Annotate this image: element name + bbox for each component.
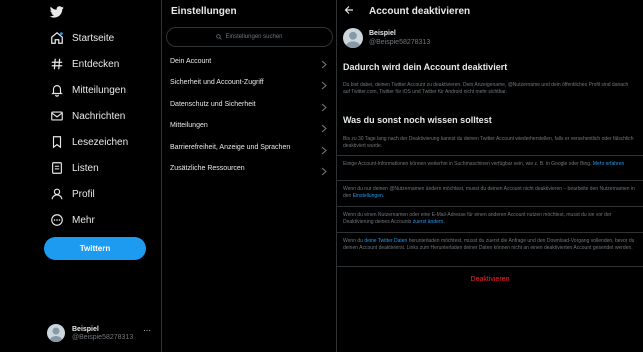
nav-item-explore[interactable]: Entdecken	[44, 52, 119, 76]
nav-item-home[interactable]: Startseite	[44, 26, 114, 50]
settings-item-label: Dein Account	[170, 57, 212, 65]
avatar	[47, 324, 65, 342]
panel-title: Account deaktivieren	[369, 6, 471, 17]
nav-item-more[interactable]: Mehr	[44, 208, 95, 232]
avatar	[343, 28, 363, 48]
twitter-bird-icon[interactable]	[49, 5, 64, 19]
home-icon	[49, 30, 65, 46]
nav-item-label: Startseite	[72, 32, 115, 44]
nav-item-label: Listen	[72, 162, 99, 174]
settings-item-label: Zusätzliche Ressourcen	[170, 164, 245, 172]
nav-item-label: Mehr	[72, 214, 95, 226]
username-info: Wenn du nur deinen @Nutzernamen ändern m…	[343, 186, 635, 199]
settings-item-security[interactable]: Sicherheit und Account-Zugriff	[162, 72, 336, 92]
bell-icon	[49, 82, 65, 98]
deactivate-button[interactable]: Deaktivieren	[337, 276, 643, 283]
settings-search-input[interactable]: Einstellungen suchen	[166, 27, 333, 47]
restore-info: Bis zu 30 Tage lang nach der Deaktivieru…	[343, 136, 634, 149]
settings-item-accessibility[interactable]: Barrierefreiheit, Anzeige und Sprachen	[162, 137, 336, 157]
nav-item-profile[interactable]: Profil	[44, 182, 95, 206]
account-switcher[interactable]: Beispiel @Beispie58278313 ···	[47, 320, 157, 346]
settings-column: Einstellungen Einstellungen suchen Dein …	[162, 0, 336, 352]
data-download-info: Wenn du deine Twitter Daten herunterlade…	[343, 238, 635, 251]
nav-item-lists[interactable]: Listen	[44, 156, 99, 180]
search-icon	[216, 34, 223, 40]
search-engine-info: Einige Account-Informationen können weit…	[343, 161, 625, 167]
profile-summary: Beispiel @Beispie58278313	[343, 28, 430, 48]
account-name: Beispiel	[72, 325, 99, 333]
deactivate-panel: Account deaktivieren Beispiel @Beispie58…	[337, 0, 643, 352]
main-navigation: Startseite Entdecken Mitteilungen Nachri…	[0, 0, 161, 352]
learn-more-link[interactable]: Mehr erfahren	[593, 161, 624, 167]
nav-item-label: Mitteilungen	[72, 84, 126, 96]
nav-item-label: Lesezeichen	[72, 136, 129, 148]
settings-item-label: Datenschutz und Sicherheit	[170, 100, 256, 108]
mail-icon	[49, 108, 65, 124]
settings-item-label: Barrierefreiheit, Anzeige und Sprachen	[170, 143, 291, 151]
nav-item-label: Nachrichten	[72, 110, 126, 122]
divider	[337, 232, 643, 233]
back-arrow-icon[interactable]	[343, 4, 355, 16]
divider	[337, 206, 643, 207]
settings-item-notifications[interactable]: Mitteilungen	[162, 115, 336, 135]
list-icon	[49, 160, 65, 176]
nav-item-bookmarks[interactable]: Lesezeichen	[44, 130, 128, 154]
settings-item-resources[interactable]: Zusätzliche Ressourcen	[162, 158, 336, 178]
settings-item-privacy[interactable]: Datenschutz und Sicherheit	[162, 94, 336, 114]
chevron-right-icon	[321, 77, 327, 95]
settings-item-your-account[interactable]: Dein Account	[162, 51, 336, 71]
divider	[337, 155, 643, 156]
nav-item-messages[interactable]: Nachrichten	[44, 104, 125, 128]
page-title: Einstellungen	[171, 6, 237, 17]
settings-item-label: Mitteilungen	[170, 121, 208, 129]
person-icon	[49, 186, 65, 202]
nav-item-notifications[interactable]: Mitteilungen	[44, 78, 126, 102]
email-info: Wenn du einen Nutzernamen oder eine E-Ma…	[343, 212, 612, 225]
divider	[337, 180, 643, 181]
bookmark-icon	[49, 134, 65, 150]
divider	[337, 266, 643, 267]
change-first-link[interactable]: zuerst ändern	[413, 219, 444, 225]
settings-item-label: Sicherheit und Account-Zugriff	[170, 78, 264, 86]
account-handle: @Beispie58278313	[72, 333, 134, 341]
tweet-button[interactable]: Twittern	[44, 237, 146, 260]
section-heading: Dadurch wird dein Account deaktiviert	[343, 62, 508, 72]
section-heading: Was du sonst noch wissen solltest	[343, 115, 492, 125]
chevron-right-icon	[321, 163, 327, 181]
hashtag-icon	[49, 56, 65, 72]
profile-name: Beispiel	[369, 30, 396, 37]
chevron-right-icon	[321, 120, 327, 138]
settings-link[interactable]: Einstellungen	[353, 193, 383, 199]
more-dots-icon[interactable]: ···	[143, 326, 151, 335]
more-circle-icon	[49, 212, 65, 228]
search-placeholder: Einstellungen suchen	[225, 34, 283, 40]
nav-item-label: Entdecken	[72, 58, 120, 70]
profile-handle: @Beispie58278313	[369, 39, 431, 46]
deactivate-description: Du bist dabei, deinen Twitter Account zu…	[343, 82, 629, 95]
nav-item-label: Profil	[72, 188, 95, 200]
twitter-data-link[interactable]: deine Twitter Daten	[364, 238, 407, 244]
